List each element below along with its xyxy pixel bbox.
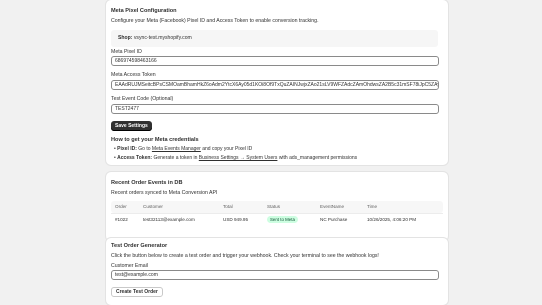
shop-label: Shop: [118,35,133,41]
access-token-label: Meta Access Token [111,72,156,78]
test-event-code-label: Test Event Code (Optional) [111,96,174,102]
shop-info-box: Shop: vsync-test.myshopify.com [111,30,438,47]
access-token-input[interactable]: EAAdRUJMSeitcBPsCSMOamBhamHkZ6oAdm2YtcX6… [111,80,439,90]
row-order: #1022 [115,217,128,222]
row-time: 10/26/2025, 4:06:20 PM [367,217,417,222]
table-header-row: Order Customer Total Status EventName Ti… [111,201,443,213]
row-status-cell: Sent to Meta [267,214,298,226]
col-total-header: Total [223,204,233,209]
howto-title: How to get your Meta credentials [111,137,199,143]
col-status-header: Status [267,204,281,209]
save-settings-button[interactable]: Save Settings [111,121,152,131]
status-badge: Sent to Meta [267,216,298,223]
test-order-generator-card: Test Order Generator Click the button be… [106,238,448,305]
create-test-order-button[interactable]: Create Test Order [111,287,163,297]
events-description: Recent orders synced to Meta Conversion … [111,190,218,196]
test-event-code-input[interactable]: TEST2477 [111,104,439,114]
row-customer: test32113@example.com [143,217,195,222]
events-title: Recent Order Events in DB [111,180,183,186]
meta-pixel-config-card: Meta Pixel Configuration Configure your … [106,0,448,165]
test-order-title: Test Order Generator [111,243,168,249]
recent-order-events-card: Recent Order Events in DB Recent orders … [106,172,448,241]
pixel-id-label: Meta Pixel ID [111,49,142,55]
access-token-instruction: • Access Token: Generate a token in Busi… [114,155,357,161]
col-order-header: Order [115,204,127,209]
token-bullet-post: with ads_management permissions [278,155,358,161]
config-description: Configure your Meta (Facebook) Pixel ID … [111,18,319,24]
pixel-id-instruction: • Pixel ID: Go to Meta Events Manager an… [114,146,252,152]
col-customer-header: Customer [143,204,163,209]
token-bullet-pre: Generate a token in [153,155,198,161]
pixel-id-bullet-pre: Go to [138,146,151,152]
events-table: Order Customer Total Status EventName Ti… [111,201,443,226]
customer-email-label: Customer Email [111,263,148,269]
row-total: USD 949.95 [223,217,249,222]
test-order-description: Click the button below to create a test … [111,253,379,259]
shop-value: vsync-test.myshopify.com [133,35,192,41]
business-settings-link[interactable]: Business Settings → System Users [199,155,278,161]
token-bullet-bold: Access Token: [117,155,153,161]
bullet-dot-icon: • [114,155,116,161]
pixel-id-input[interactable]: 686974598463166 [111,56,439,66]
col-eventname-header: EventName [320,204,345,209]
row-eventname: NC Purchase [320,217,348,222]
customer-email-input[interactable]: test@example.com [111,270,439,280]
bullet-dot-icon: • [114,146,116,152]
pixel-id-bullet-post: and copy your Pixel ID [202,146,253,152]
config-title: Meta Pixel Configuration [111,8,177,14]
pixel-id-bullet-bold: Pixel ID: [117,146,137,152]
col-time-header: Time [367,204,378,209]
meta-events-manager-link[interactable]: Meta Events Manager [152,146,201,152]
table-row[interactable]: #1022 test32113@example.com USD 949.95 S… [111,213,443,226]
